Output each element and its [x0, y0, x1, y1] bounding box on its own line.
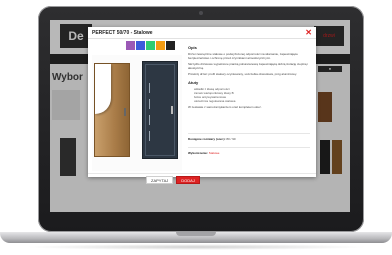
door-open-curl	[95, 64, 111, 114]
divider	[88, 38, 316, 39]
color-swatch[interactable]	[146, 41, 155, 50]
door-image-steel[interactable]	[142, 61, 178, 159]
laptop-notch	[176, 232, 216, 236]
description-heading: Opis	[188, 45, 197, 50]
color-swatch[interactable]	[126, 41, 135, 50]
product-details: Opis Drzwi zewnętrzne stalowe o podwyższ…	[188, 41, 310, 171]
color-swatches	[126, 41, 175, 50]
door-glass-slit	[149, 83, 150, 93]
laptop-screen: De drzwi ● Wybor PERFECT 50/70 - Stalowe…	[50, 20, 350, 212]
door-preview	[92, 55, 182, 171]
description-paragraph: Drzwi zewnętrzne stalowe o podwyższonej …	[188, 52, 298, 60]
note-text: W zestawie z samozamykaczem oraz komplet…	[188, 105, 262, 109]
description-paragraph: Skrzydło drzwiowe wypełnione pianką poli…	[188, 62, 309, 70]
inquiry-button[interactable]: ZAPYTAJ	[146, 176, 174, 184]
modal-title: PERFECT 50/70 - Stalowe	[92, 30, 153, 36]
features-heading: Atuty	[188, 80, 199, 85]
description-paragraph: Przekrój drzwi: profil stalowy ocynkowan…	[188, 72, 297, 76]
laptop-shadow	[24, 244, 368, 250]
door-glass-slit	[149, 99, 150, 109]
finish-row: Wykończenie: Stalowe	[188, 147, 310, 155]
availability-row: Dostępne rozmiary (szer.): 80 / 90	[188, 133, 310, 141]
door-handle	[124, 108, 126, 116]
camera-icon	[199, 11, 203, 15]
door-handle	[171, 106, 173, 114]
finish-value: Stalowe	[208, 151, 220, 155]
color-swatch[interactable]	[156, 41, 165, 50]
product-modal: PERFECT 50/70 - Stalowe ✕ Opis Drzwi zew…	[88, 27, 316, 177]
availability-value: 80 / 90	[226, 137, 236, 141]
color-swatch[interactable]	[136, 41, 145, 50]
close-icon[interactable]: ✕	[305, 28, 312, 37]
feature-item: ościeżnica regulowana stalowa	[194, 99, 310, 103]
modal-buttons: ZAPYTAJ DODAJ	[146, 176, 200, 184]
door-glass-slit	[149, 115, 150, 125]
color-swatch[interactable]	[166, 41, 175, 50]
add-button[interactable]: DODAJ	[176, 176, 200, 184]
features-list: wkładki z klasą odporności zamek wielopu…	[188, 87, 310, 103]
door-image-wood[interactable]	[94, 63, 130, 157]
door-glass-slit	[149, 131, 150, 141]
availability-label: Dostępne rozmiary (szer.):	[188, 137, 226, 141]
finish-label: Wykończenie:	[188, 151, 208, 155]
footer-divider	[88, 173, 316, 174]
